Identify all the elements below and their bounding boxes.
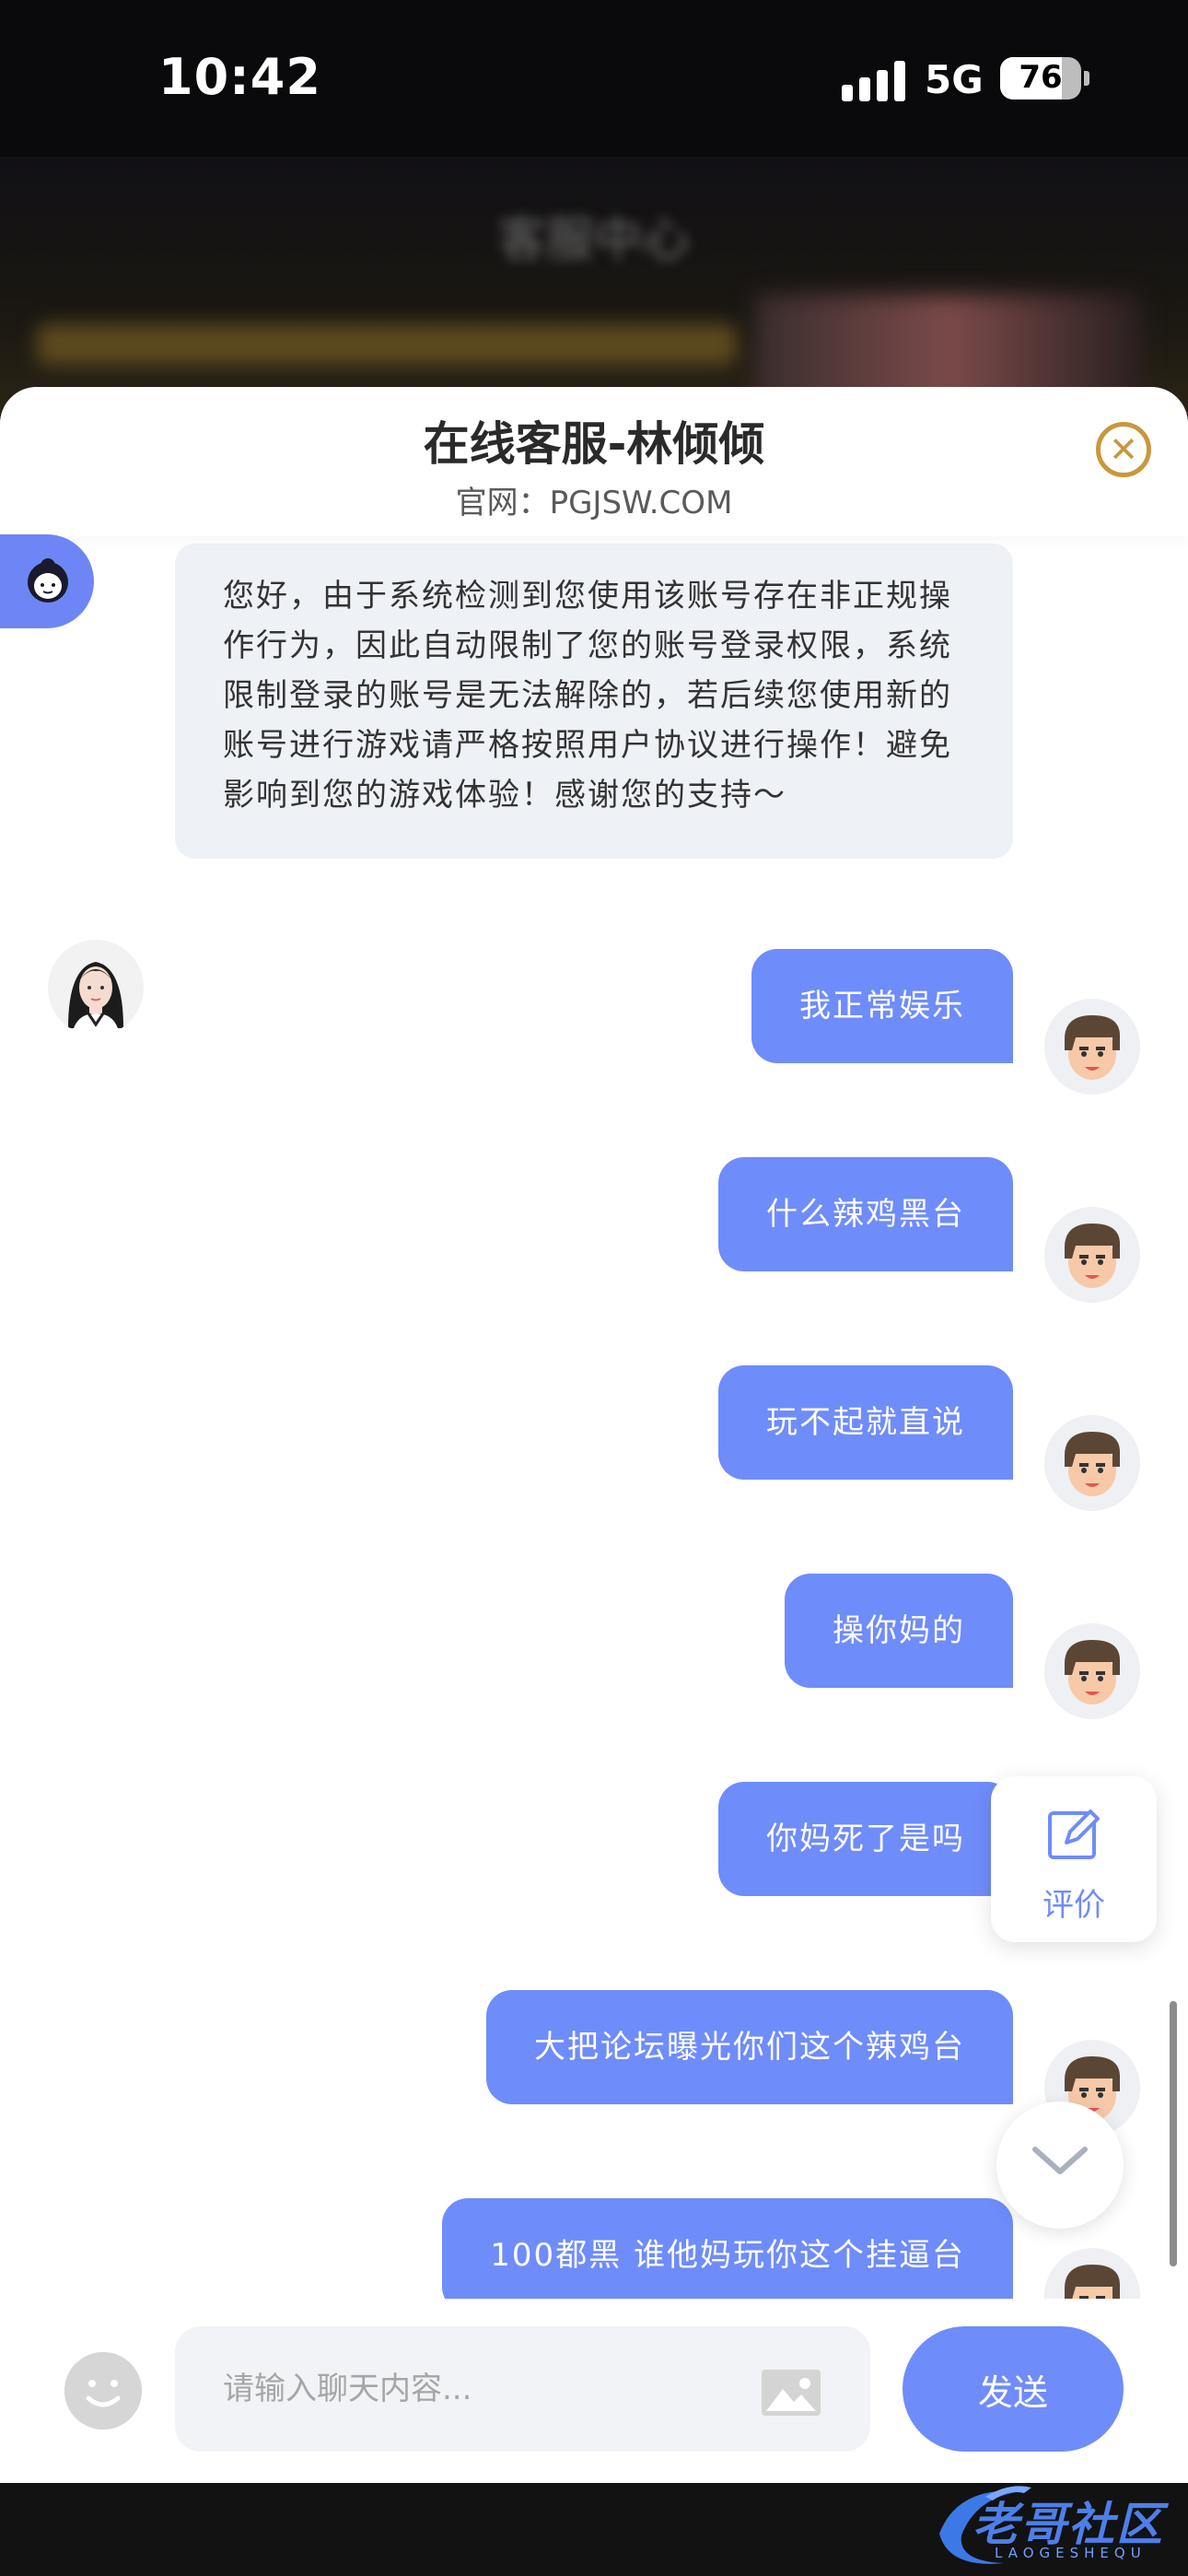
agent-face-icon	[28, 558, 68, 603]
user-message: 100都黑 谁他妈玩你这个挂逼台	[442, 2198, 1013, 2305]
user-message: 我正常娱乐	[751, 949, 1013, 1063]
background-page: 客服中心	[0, 157, 1188, 415]
user-avatar	[1044, 1207, 1140, 1303]
send-button[interactable]: 发送	[903, 2326, 1124, 2452]
chat-title: 在线客服-林倾倾	[423, 417, 765, 471]
battery-icon: 76	[1000, 57, 1081, 100]
status-time: 10:42	[158, 48, 321, 106]
message-list[interactable]: 您好，由于系统检测到您使用该账号存在非正规操作行为，因此自动限制了您的账号登录权…	[0, 536, 1188, 2305]
watermark-subtext: LAOGESHEQU	[995, 2545, 1147, 2561]
input-bar: 发送	[0, 2299, 1188, 2483]
edit-icon	[1048, 1809, 1100, 1859]
user-avatar	[1044, 999, 1140, 1095]
chat-subtitle: 官网：PGJSW.COM	[455, 485, 733, 521]
status-bar: 10:42 5G 76	[0, 0, 1188, 157]
rate-button[interactable]: 评价	[991, 1776, 1157, 1942]
user-avatar	[1044, 2248, 1140, 2305]
service-float-button[interactable]	[0, 534, 94, 628]
scroll-down-button[interactable]	[996, 2102, 1124, 2229]
background-title: 客服中心	[497, 213, 690, 268]
battery-level: 76	[1019, 59, 1063, 96]
image-upload-icon[interactable]	[761, 2369, 821, 2417]
signal-icon	[842, 61, 906, 101]
chat-header: 在线客服-林倾倾 官网：PGJSW.COM ✕	[0, 387, 1188, 536]
user-avatar	[1044, 1415, 1140, 1511]
agent-avatar	[48, 940, 144, 1036]
user-avatar	[1044, 1623, 1140, 1719]
chevron-down-icon	[1032, 2147, 1088, 2174]
rate-label: 评价	[1042, 1887, 1105, 1924]
network-type: 5G	[925, 57, 984, 102]
user-message: 什么辣鸡黑台	[718, 1157, 1013, 1271]
user-message: 操你妈的	[785, 1574, 1013, 1688]
agent-message-bubble: 您好，由于系统检测到您使用该账号存在非正规操作行为，因此自动限制了您的账号登录权…	[175, 544, 1013, 859]
user-message: 你妈死了是吗	[718, 1782, 1013, 1896]
scrollbar[interactable]	[1170, 2001, 1177, 2266]
user-message: 大把论坛曝光你们这个辣鸡台	[486, 1990, 1013, 2104]
user-message: 玩不起就直说	[718, 1365, 1013, 1480]
emoji-icon[interactable]	[64, 2352, 142, 2430]
close-button[interactable]: ✕	[1096, 422, 1151, 477]
